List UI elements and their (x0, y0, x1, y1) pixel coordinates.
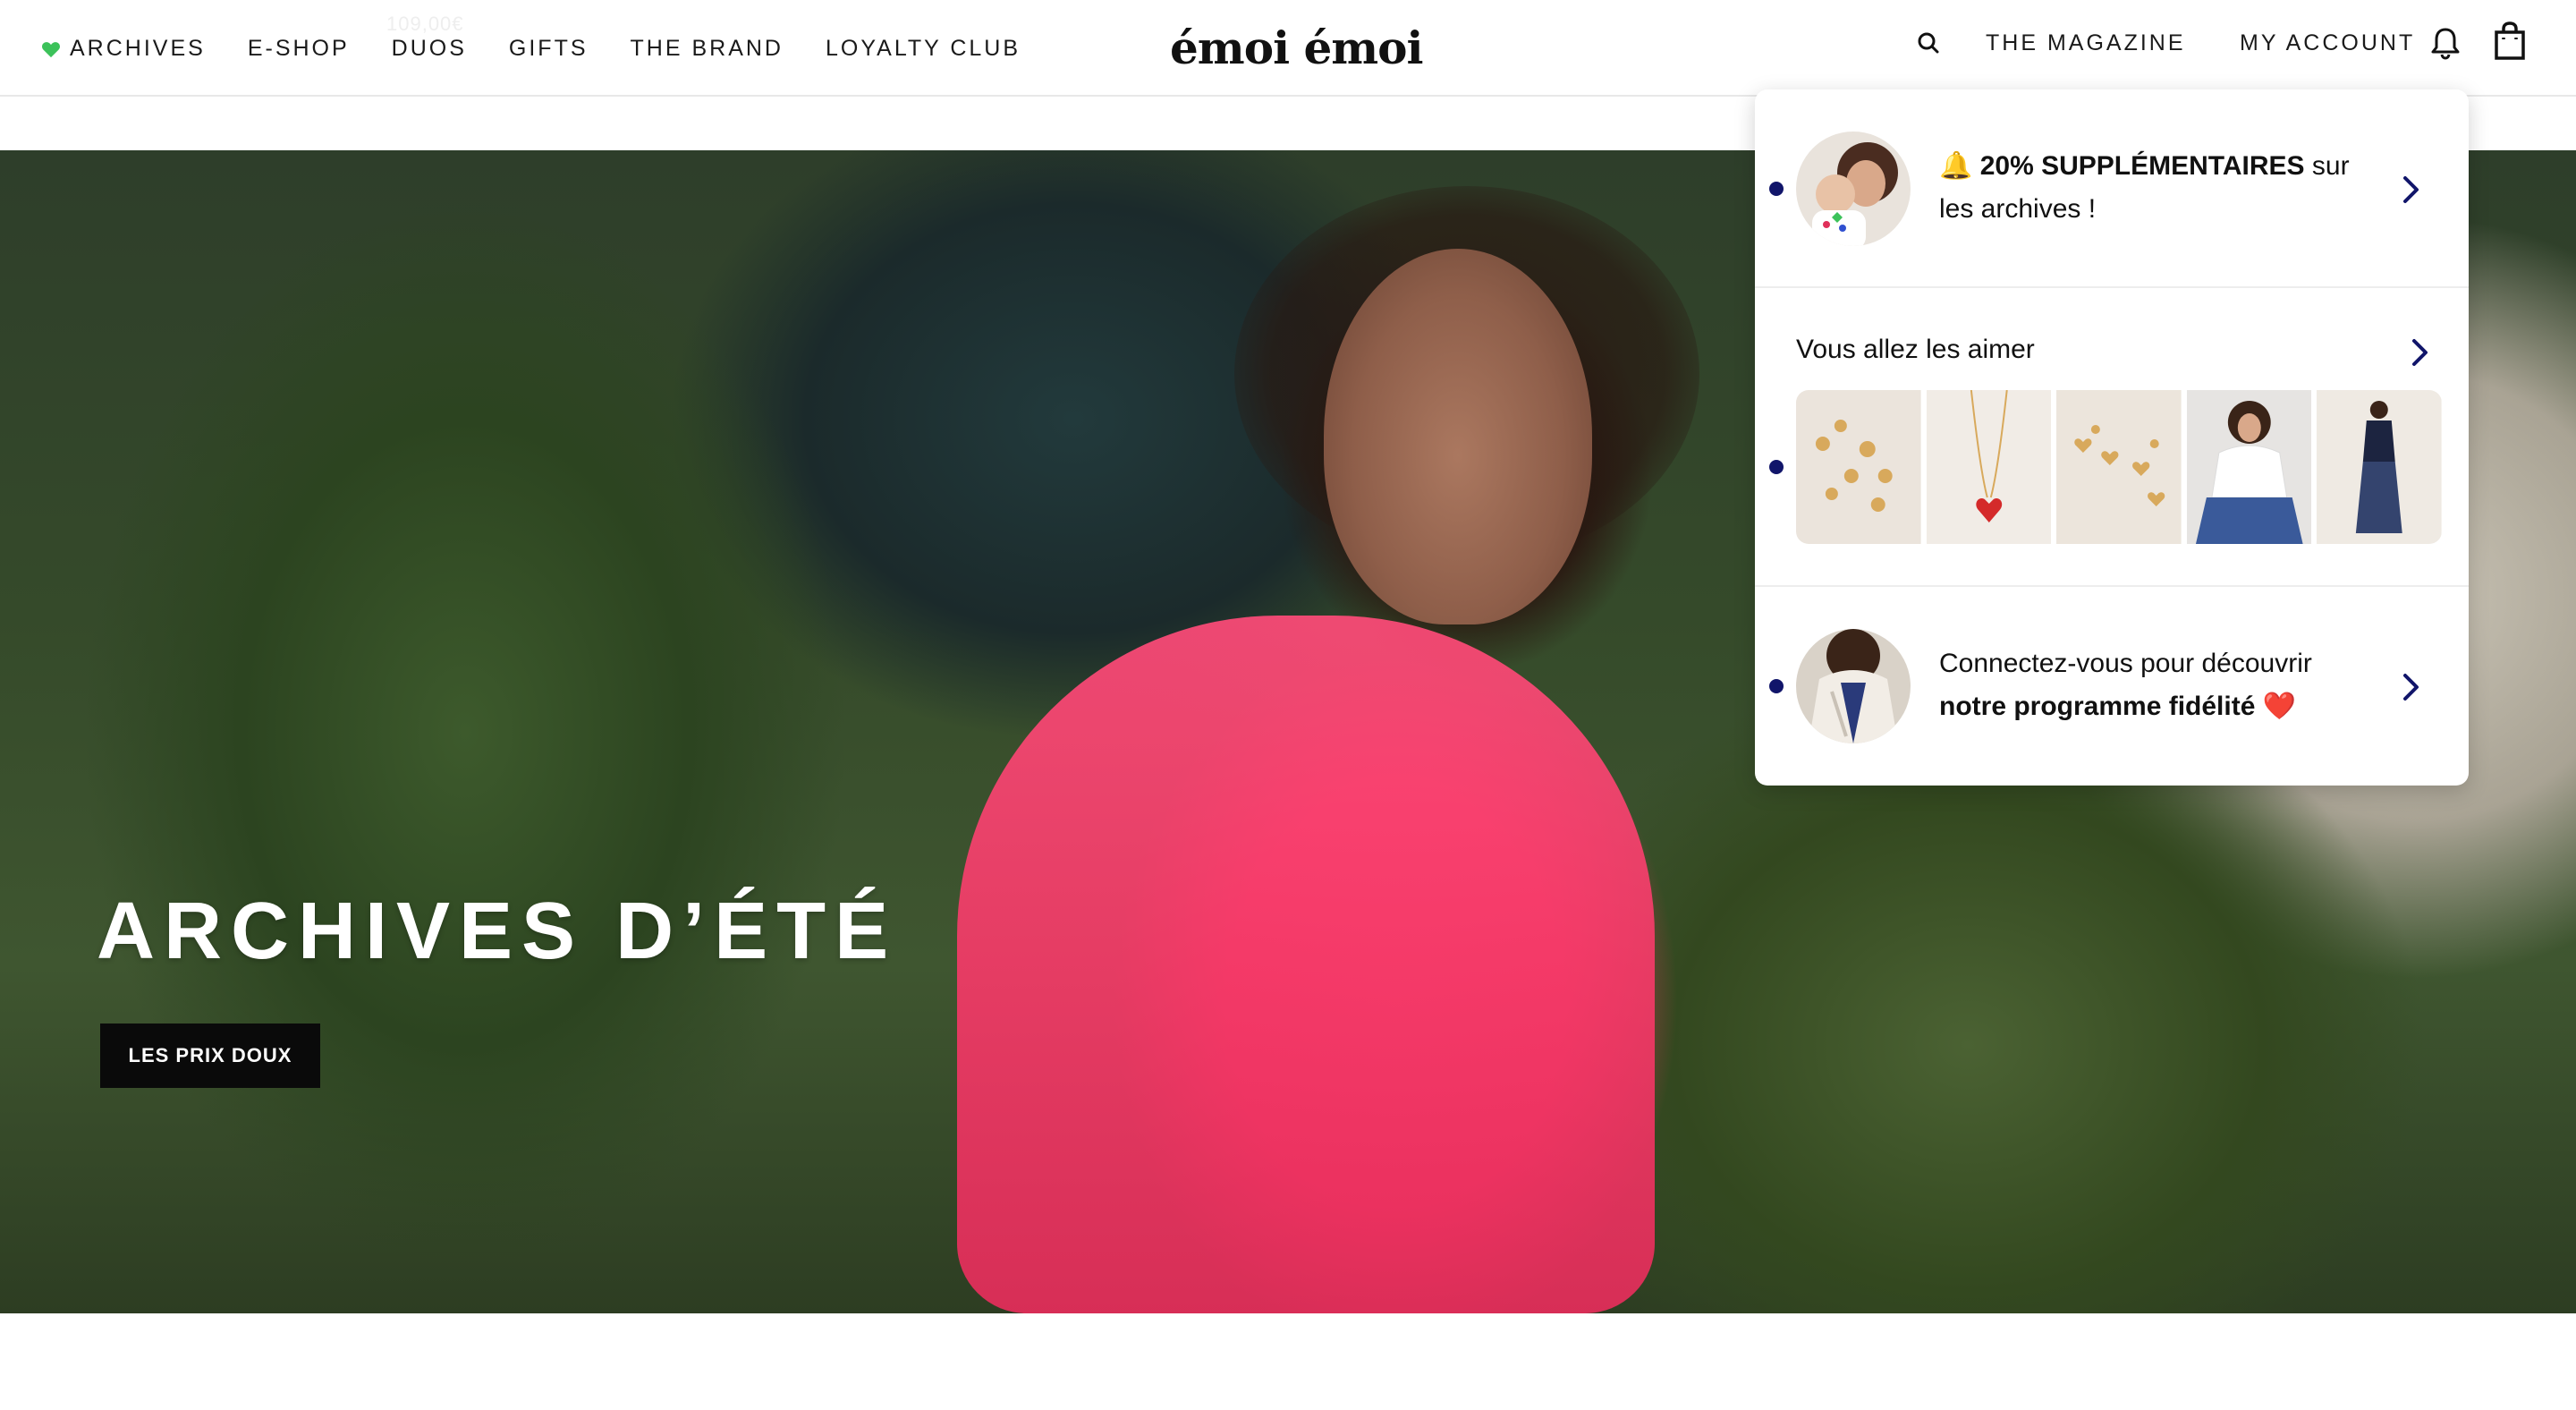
nav-item-label: GIFTS (508, 36, 589, 61)
product-thumbnail-earrings[interactable] (1796, 390, 1921, 544)
loyalty-text: Connectez-vous pour découvrir notre prog… (1939, 642, 2386, 728)
product-thumbnail-dark-outfit-model[interactable] (2317, 390, 2442, 544)
header-utilities: THE MAGAZINE MY ACCOUNT (1914, 21, 2525, 61)
promo-highlight: 20% SUPPLÉMENTAIRES (1979, 151, 2305, 181)
notification-bell-emoji: 🔔 (1939, 151, 1973, 181)
chevron-right-icon[interactable] (2401, 671, 2422, 703)
notification-item-promo[interactable]: 🔔 20% SUPPLÉMENTAIRES sur les archives ! (1755, 89, 2469, 288)
promo-avatar (1796, 132, 1911, 246)
nav-item-label: ARCHIVES (70, 36, 206, 61)
unread-dot (1769, 182, 1784, 196)
notification-item-recommendations[interactable]: Vous allez les aimer (1755, 288, 2469, 587)
product-thumbnail-heart-necklace[interactable] (1926, 390, 2052, 544)
nav-item-label: THE BRAND (630, 36, 784, 61)
nav-item-gifts[interactable]: GIFTS (509, 36, 589, 62)
ghost-price-text: 109,00€ (386, 13, 464, 35)
bell-icon[interactable] (2428, 25, 2463, 61)
recommendations-title: Vous allez les aimer (1796, 335, 2035, 364)
nav-item-loyalty-club[interactable]: LOYALTY CLUB (826, 36, 1021, 62)
les-prix-doux-button[interactable]: LES PRIX DOUX (100, 1024, 320, 1088)
brand-logo[interactable]: émoi émoi (1170, 21, 1424, 74)
loyalty-body: Connectez-vous pour découvrir (1939, 649, 2312, 678)
site-header: 109,00€ ARCHIVES E-SHOP DUOS GIFTS THE B… (0, 0, 2576, 97)
search-icon[interactable] (1914, 25, 1943, 61)
green-heart-icon (41, 40, 61, 58)
chevron-right-icon[interactable] (2401, 174, 2422, 206)
hero-model-dress (957, 616, 1655, 1313)
notification-item-loyalty[interactable]: Connectez-vous pour découvrir notre prog… (1755, 587, 2469, 786)
nav-item-label: E-SHOP (247, 36, 350, 61)
the-magazine-link[interactable]: THE MAGAZINE (1986, 30, 2186, 56)
product-thumbnail-white-tshirt-model[interactable] (2186, 390, 2312, 544)
loyalty-avatar (1796, 629, 1911, 743)
my-account-link[interactable]: MY ACCOUNT (2240, 30, 2415, 56)
nav-item-the-brand[interactable]: THE BRAND (631, 36, 784, 62)
product-thumbnail-heart-earrings[interactable] (2056, 390, 2182, 544)
hero-title: ARCHIVES D’ÉTÉ (97, 887, 898, 976)
promo-text: 🔔 20% SUPPLÉMENTAIRES sur les archives ! (1939, 145, 2386, 231)
chevron-right-icon[interactable] (2410, 336, 2431, 369)
shopping-bag-icon[interactable] (2492, 21, 2528, 61)
nav-item-label: DUOS (391, 36, 467, 61)
notification-panel: 🔔 20% SUPPLÉMENTAIRES sur les archives !… (1755, 89, 2469, 786)
nav-item-eshop[interactable]: E-SHOP (248, 36, 350, 62)
unread-dot (1769, 679, 1784, 693)
nav-item-duos[interactable]: DUOS (392, 36, 467, 62)
nav-item-label: LOYALTY CLUB (825, 36, 1021, 61)
loyalty-highlight: notre programme fidélité (1939, 692, 2256, 721)
red-heart-emoji: ❤️ (2262, 692, 2297, 721)
unread-dot (1769, 460, 1784, 474)
main-navigation: ARCHIVES E-SHOP DUOS GIFTS THE BRAND LOY… (41, 36, 1063, 62)
recommendation-thumbnails (1796, 390, 2442, 544)
nav-item-archives[interactable]: ARCHIVES (41, 36, 206, 62)
hero-model-face (1324, 249, 1592, 624)
